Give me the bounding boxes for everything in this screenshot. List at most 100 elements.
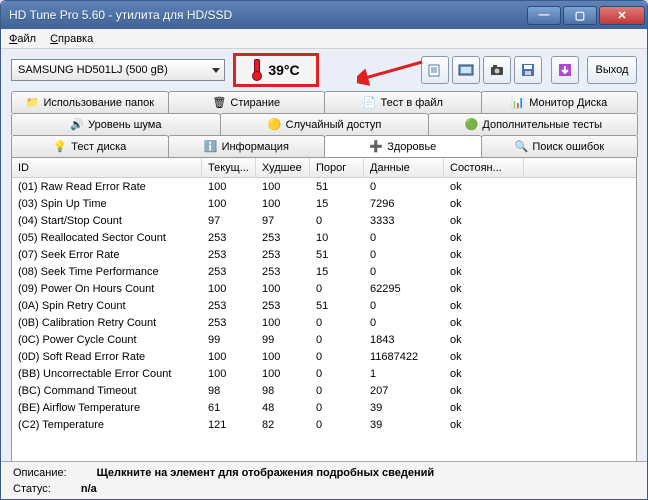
table-row[interactable]: (BE) Airflow Temperature6148039ok <box>12 399 636 416</box>
health-panel: ID Текущ... Худшее Порог Данные Состоян.… <box>11 157 637 482</box>
screenshot-button[interactable] <box>452 56 480 84</box>
cell-cur: 253 <box>202 232 256 244</box>
table-body[interactable]: (01) Raw Read Error Rate100100510ok(03) … <box>12 178 636 468</box>
col-id[interactable]: ID <box>12 158 202 177</box>
status-label: Статус: <box>13 483 51 495</box>
tab-benchmark[interactable]: 💡Тест диска <box>11 135 169 157</box>
cell-id: (0B) Calibration Retry Count <box>12 317 202 329</box>
col-data[interactable]: Данные <box>364 158 444 177</box>
health-icon: ➕ <box>369 140 383 154</box>
menu-file[interactable]: Файл <box>9 33 36 45</box>
table-row[interactable]: (C2) Temperature12182039ok <box>12 416 636 433</box>
table-row[interactable]: (01) Raw Read Error Rate100100510ok <box>12 178 636 195</box>
close-button[interactable]: ✕ <box>599 6 645 25</box>
table-row[interactable]: (08) Seek Time Performance253253150ok <box>12 263 636 280</box>
tab-health[interactable]: ➕Здоровье <box>324 135 482 157</box>
cell-data: 0 <box>364 249 444 261</box>
copy-text-button[interactable] <box>421 56 449 84</box>
table-row[interactable]: (BC) Command Timeout98980207ok <box>12 382 636 399</box>
cell-data: 1 <box>364 368 444 380</box>
cell-thr: 0 <box>310 283 364 295</box>
table-row[interactable]: (09) Power On Hours Count100100062295ok <box>12 280 636 297</box>
cell-st: ok <box>444 232 524 244</box>
tab-random-access[interactable]: 🟡Случайный доступ <box>220 113 430 135</box>
cell-id: (BC) Command Timeout <box>12 385 202 397</box>
cell-data: 62295 <box>364 283 444 295</box>
table-row[interactable]: (04) Start/Stop Count979703333ok <box>12 212 636 229</box>
save-button[interactable] <box>514 56 542 84</box>
col-status[interactable]: Состоян... <box>444 158 524 177</box>
cell-data: 0 <box>364 317 444 329</box>
col-threshold[interactable]: Порог <box>310 158 364 177</box>
cell-worst: 97 <box>256 215 310 227</box>
tab-row-3: 💡Тест диска ℹ️Информация ➕Здоровье 🔍Поис… <box>11 135 637 157</box>
table-row[interactable]: (0C) Power Cycle Count999901843ok <box>12 331 636 348</box>
cell-cur: 253 <box>202 249 256 261</box>
tab-extra-tests[interactable]: 🟢Дополнительные тесты <box>428 113 638 135</box>
cell-id: (05) Reallocated Sector Count <box>12 232 202 244</box>
cell-data: 0 <box>364 266 444 278</box>
camera-button[interactable] <box>483 56 511 84</box>
tab-folder-usage[interactable]: 📁Использование папок <box>11 91 169 113</box>
cell-thr: 51 <box>310 249 364 261</box>
toolbar-icons <box>421 56 579 84</box>
cell-thr: 15 <box>310 266 364 278</box>
cell-data: 3333 <box>364 215 444 227</box>
cell-data: 0 <box>364 181 444 193</box>
temperature-value: 39°C <box>268 62 299 78</box>
cell-worst: 98 <box>256 385 310 397</box>
tab-row-1: 📁Использование папок 🗑Стирание 📄Тест в ф… <box>11 91 637 113</box>
app-window: HD Tune Pro 5.60 - утилита для HD/SSD — … <box>0 0 648 500</box>
tab-erase[interactable]: 🗑Стирание <box>168 91 326 113</box>
table-row[interactable]: (07) Seek Error Rate253253510ok <box>12 246 636 263</box>
search-icon: 🔍 <box>514 140 528 154</box>
cell-thr: 0 <box>310 215 364 227</box>
menu-help[interactable]: Справка <box>50 33 93 45</box>
cell-thr: 15 <box>310 198 364 210</box>
cell-st: ok <box>444 266 524 278</box>
cell-cur: 100 <box>202 351 256 363</box>
cell-thr: 0 <box>310 419 364 431</box>
cell-id: (03) Spin Up Time <box>12 198 202 210</box>
table-row[interactable]: (0D) Soft Read Error Rate100100011687422… <box>12 348 636 365</box>
cell-cur: 100 <box>202 181 256 193</box>
cell-thr: 0 <box>310 351 364 363</box>
tab-file-test[interactable]: 📄Тест в файл <box>324 91 482 113</box>
cell-thr: 0 <box>310 385 364 397</box>
tab-info[interactable]: ℹ️Информация <box>168 135 326 157</box>
footer: Описание: Щелкните на элемент для отобра… <box>1 461 647 499</box>
cell-cur: 121 <box>202 419 256 431</box>
titlebar[interactable]: HD Tune Pro 5.60 - утилита для HD/SSD — … <box>1 1 647 29</box>
tab-disk-monitor[interactable]: 📊Монитор Диска <box>481 91 639 113</box>
maximize-button[interactable]: ▢ <box>563 6 597 25</box>
table-row[interactable]: (BB) Uncorrectable Error Count10010001ok <box>12 365 636 382</box>
minimize-button[interactable]: — <box>527 6 561 25</box>
table-row[interactable]: (0A) Spin Retry Count253253510ok <box>12 297 636 314</box>
col-worst[interactable]: Худшее <box>256 158 310 177</box>
chevron-down-icon <box>212 68 220 73</box>
table-row[interactable]: (0B) Calibration Retry Count25310000ok <box>12 314 636 331</box>
cell-worst: 100 <box>256 283 310 295</box>
cell-st: ok <box>444 334 524 346</box>
table-row[interactable]: (03) Spin Up Time100100157296ok <box>12 195 636 212</box>
thermometer-icon <box>252 59 260 81</box>
cell-st: ok <box>444 351 524 363</box>
cell-cur: 100 <box>202 283 256 295</box>
cell-worst: 253 <box>256 249 310 261</box>
cell-data: 1843 <box>364 334 444 346</box>
cell-st: ok <box>444 249 524 261</box>
tab-noise[interactable]: 🔊Уровень шума <box>11 113 221 135</box>
cell-st: ok <box>444 215 524 227</box>
cell-thr: 51 <box>310 300 364 312</box>
tab-error-scan[interactable]: 🔍Поиск ошибок <box>481 135 639 157</box>
table-row[interactable]: (05) Reallocated Sector Count253253100ok <box>12 229 636 246</box>
drive-select[interactable]: SAMSUNG HD501LJ (500 gB) <box>11 59 225 81</box>
cell-worst: 82 <box>256 419 310 431</box>
cell-thr: 10 <box>310 232 364 244</box>
cell-worst: 100 <box>256 198 310 210</box>
desc-value: Щелкните на элемент для отображения подр… <box>97 467 434 479</box>
col-current[interactable]: Текущ... <box>202 158 256 177</box>
options-button[interactable] <box>551 56 579 84</box>
exit-button[interactable]: Выход <box>587 56 637 84</box>
cell-cur: 253 <box>202 266 256 278</box>
